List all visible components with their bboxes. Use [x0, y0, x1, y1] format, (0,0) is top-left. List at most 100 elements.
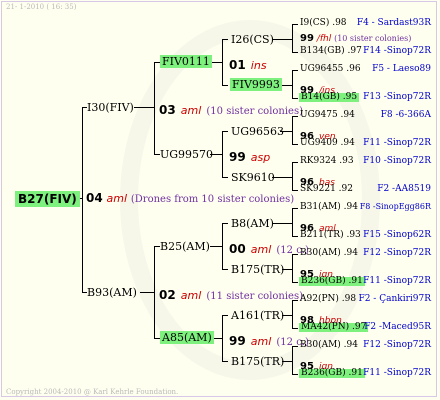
connector: [222, 85, 228, 86]
gen4-queen[interactable]: B30(AM) .94: [300, 249, 358, 258]
gen4-code: F2 -AA8519: [377, 184, 431, 194]
gen4-code: F5 - Laeso89: [372, 64, 431, 74]
gen4-queen[interactable]: UG96455 .96: [300, 65, 361, 74]
connector: [82, 107, 83, 293]
connector: [154, 62, 155, 155]
gen2-mark: ins: [250, 59, 267, 72]
connector: [210, 246, 222, 247]
connector: [272, 177, 292, 178]
gen2-queen[interactable]: FIV0111: [160, 55, 212, 68]
gen4-code: F14 -Sinop72R: [363, 46, 431, 56]
gen2-year: 99: [229, 150, 246, 164]
sire-note: (10 sister colonies): [206, 106, 303, 117]
gen4-queen[interactable]: UG9409 .94: [300, 139, 355, 148]
connector: [292, 162, 298, 163]
root-mark: aml: [106, 192, 128, 205]
connector: [134, 107, 154, 108]
connector: [292, 374, 298, 375]
connector: [292, 300, 293, 329]
connector: [222, 39, 223, 85]
dam-info: 02 aml (11 sister colonies): [159, 286, 303, 302]
gen4-code: F2 -Maced95R: [364, 322, 431, 332]
connector: [292, 282, 298, 283]
gen4-queen[interactable]: MA42(PN) .97: [299, 323, 369, 332]
connector: [292, 52, 298, 53]
root-queen[interactable]: B27(FIV): [15, 191, 80, 207]
gen2-info: 00 aml (12 c.): [229, 240, 309, 256]
connector: [222, 361, 228, 362]
gen4-queen[interactable]: B236(GB) .91: [299, 277, 365, 286]
gen4-queen[interactable]: I9(CS) .98: [300, 19, 347, 28]
gen3-mark: /fhl: [316, 34, 332, 44]
gen4-code: F8 -SinopEgg86R: [359, 202, 431, 211]
gen4-queen[interactable]: A92(PN) .98: [300, 295, 356, 304]
gen4-code: F12 -Sinop72R: [363, 248, 431, 258]
connector: [222, 223, 223, 269]
connector: [222, 131, 228, 132]
connector: [292, 190, 298, 191]
gen4-queen[interactable]: B31(AM) .94: [300, 203, 358, 212]
timestamp: 21- 1-2010 ( 16: 35): [6, 3, 77, 11]
gen3-info: 99 /fhl (10 sister colonies): [300, 34, 411, 44]
gen2-queen[interactable]: B25(AM): [160, 241, 210, 252]
gen3-queen[interactable]: SK9610: [231, 172, 275, 183]
root-info: 04 aml (Drones from 10 sister colonies): [86, 192, 294, 205]
gen4-queen[interactable]: B236(GB) .91: [299, 369, 365, 378]
gen3-note: (10 sister colonies): [334, 34, 412, 43]
gen4-code: F11 -Sinop72R: [363, 276, 431, 286]
gen2-year: 01: [229, 58, 246, 72]
gen4-code: F8 -6-366A: [380, 110, 431, 120]
connector: [292, 144, 298, 145]
gen3-queen[interactable]: B175(TR): [231, 356, 284, 367]
connector: [292, 70, 293, 99]
connector: [292, 116, 293, 145]
connector: [292, 70, 298, 71]
gen3-queen[interactable]: A161(TR): [231, 310, 284, 321]
gen4-queen[interactable]: B14(GB) .95: [299, 93, 360, 102]
gen2-year: 00: [229, 242, 246, 256]
connector: [292, 328, 298, 329]
gen3-queen[interactable]: B8(AM): [231, 218, 274, 229]
connector: [272, 223, 292, 224]
gen4-queen[interactable]: B211(TR) .93: [300, 231, 361, 240]
dam-queen[interactable]: B93(AM): [87, 287, 137, 298]
dam-mark: aml: [180, 289, 202, 302]
connector: [222, 315, 228, 316]
connector: [292, 162, 293, 191]
gen4-queen[interactable]: SK9221 .92: [300, 185, 353, 194]
gen3-queen[interactable]: B175(TR): [231, 264, 284, 275]
dam-note: (11 sister colonies): [206, 291, 303, 302]
gen4-queen[interactable]: B30(AM) .94: [300, 341, 358, 350]
gen4-code: F11 -Sinop72R: [363, 138, 431, 148]
connector: [222, 269, 228, 270]
sire-queen[interactable]: I30(FIV): [87, 102, 134, 113]
gen3-queen[interactable]: UG96563: [231, 126, 284, 137]
connector: [140, 292, 154, 293]
connector: [292, 24, 293, 53]
gen2-mark: aml: [250, 335, 272, 348]
gen4-code: F11 -Sinop72R: [363, 368, 431, 378]
connector: [292, 346, 293, 375]
gen2-queen[interactable]: UG99570: [160, 149, 213, 160]
gen2-year: 99: [229, 334, 246, 348]
gen4-queen[interactable]: UG9475 .94: [300, 111, 355, 120]
connector: [222, 39, 228, 40]
connector: [292, 208, 293, 237]
gen3-queen[interactable]: FIV9993: [230, 78, 282, 91]
dam-year: 02: [159, 288, 176, 302]
gen2-info: 99 aml (12 c.): [229, 332, 309, 348]
gen4-queen[interactable]: B134(GB) .97: [300, 47, 362, 56]
gen4-queen[interactable]: RK9324 .93: [300, 157, 354, 166]
gen2-mark: aml: [250, 243, 272, 256]
connector: [292, 254, 293, 283]
connector: [272, 39, 292, 40]
connector: [222, 315, 223, 362]
gen4-code: F10 -Sinop72R: [363, 156, 431, 166]
connector: [222, 131, 223, 178]
sire-mark: aml: [180, 104, 202, 117]
copyright: Copyright 2004-2010 @ Karl Kehrle Founda…: [6, 388, 179, 396]
gen2-queen[interactable]: A85(AM): [160, 331, 214, 344]
connector: [222, 223, 228, 224]
gen3-queen[interactable]: I26(CS): [231, 34, 274, 45]
root-year: 04: [86, 191, 103, 205]
